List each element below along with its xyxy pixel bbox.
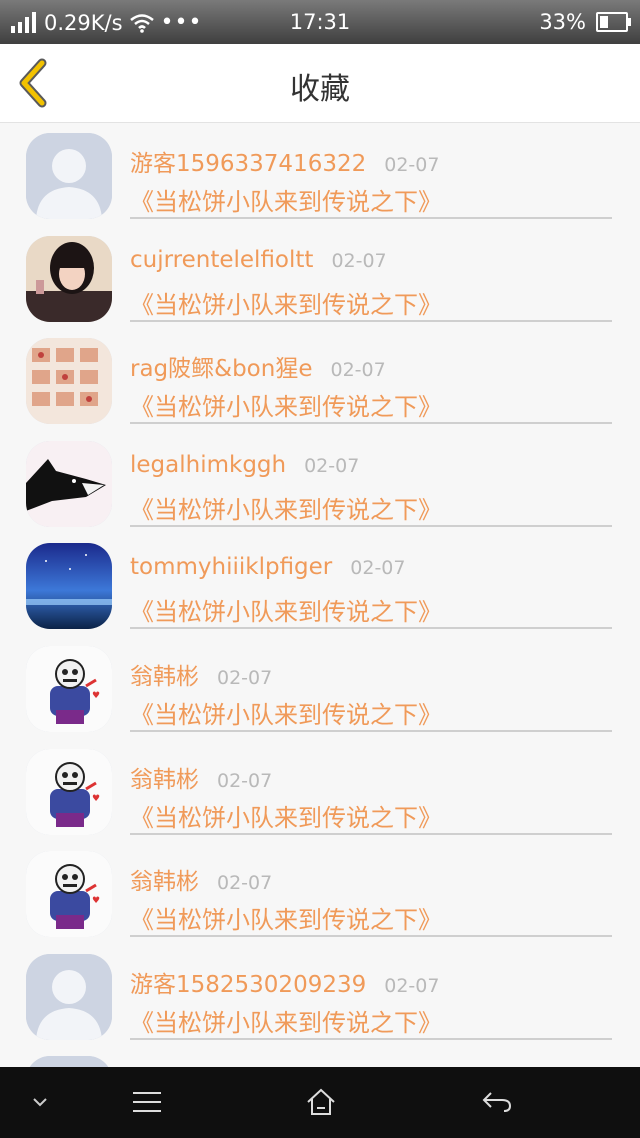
menu-button[interactable] — [122, 1067, 172, 1138]
divider — [130, 935, 612, 938]
avatar[interactable]: ♥ — [26, 645, 112, 732]
user-name[interactable]: 翁韩彬 — [130, 862, 199, 896]
list-item[interactable]: ♥ 翁韩彬 02-07 《当松饼小队来到传说之下》 — [0, 635, 640, 738]
topic-title[interactable]: 《当松饼小队来到传说之下》 — [130, 798, 442, 833]
default-avatar-image — [26, 133, 112, 219]
favorite-date: 02-07 — [331, 249, 387, 272]
user-name[interactable]: tommyhiiiklpfiger — [130, 554, 332, 580]
svg-text:♥: ♥ — [92, 896, 100, 906]
list-item[interactable]: ♥ 翁韩彬 02-07 《当松饼小队来到传说之下》 — [0, 738, 640, 841]
name-row: legalhimkggh 02-07 — [130, 452, 359, 478]
avatar[interactable]: ♥ — [26, 748, 112, 835]
menu-icon — [133, 1092, 161, 1112]
favorite-date: 02-07 — [350, 557, 406, 580]
avatar[interactable] — [26, 133, 112, 219]
topic-title[interactable]: 《当松饼小队来到传说之下》 — [130, 387, 442, 422]
avatar[interactable] — [26, 338, 112, 425]
status-bar: 0.29K/s ••• 17:31 33% — [0, 0, 640, 44]
user-name[interactable]: 游客1582530209239 — [130, 965, 366, 999]
favorite-date: 02-07 — [384, 974, 440, 997]
avatar[interactable] — [26, 953, 112, 1040]
night-sky-avatar — [26, 543, 112, 630]
user-photo-avatar — [26, 235, 112, 322]
home-button[interactable] — [296, 1067, 346, 1138]
svg-text:♥: ♥ — [92, 794, 100, 804]
cat-avatar — [26, 440, 112, 527]
divider — [130, 627, 612, 630]
name-row: 游客1596337416322 02-07 — [130, 144, 439, 178]
battery-percent: 33% — [539, 10, 586, 34]
page-title: 收藏 — [290, 72, 350, 107]
list-item[interactable]: cujrrentelelfioltt 02-07 《当松饼小队来到传说之下》 — [0, 225, 640, 328]
avatar[interactable] — [26, 235, 112, 322]
stamps-avatar — [26, 338, 112, 425]
avatar[interactable] — [26, 440, 112, 527]
topic-title[interactable]: 《当松饼小队来到传说之下》 — [130, 285, 442, 320]
user-name[interactable]: legalhimkggh — [130, 452, 286, 478]
navigation-bar — [0, 1067, 640, 1138]
skeleton-avatar: ♥ — [26, 748, 112, 835]
user-name[interactable]: rag陂鳏&bon猩e — [130, 349, 312, 383]
favorite-date: 02-07 — [304, 454, 360, 477]
title-bar: 收藏 — [0, 44, 640, 123]
name-row: 翁韩彬 02-07 — [130, 657, 272, 691]
favorite-date: 02-07 — [330, 359, 386, 382]
avatar[interactable] — [26, 1056, 112, 1067]
favorite-date: 02-07 — [217, 666, 273, 689]
battery-icon — [596, 12, 631, 32]
avatar[interactable] — [26, 543, 112, 630]
divider — [130, 217, 612, 219]
topic-title[interactable]: 《当松饼小队来到传说之下》 — [130, 900, 442, 935]
name-row: rag陂鳏&bon猩e 02-07 — [130, 349, 386, 383]
name-row: tommyhiiiklpfiger 02-07 — [130, 554, 405, 580]
user-name[interactable]: 游客1596337416322 — [130, 144, 366, 178]
divider — [130, 1037, 612, 1040]
topic-title[interactable]: 《当松饼小队来到传说之下》 — [130, 592, 442, 627]
default-avatar-image — [26, 953, 112, 1040]
list-item[interactable]: rag陂鳏&bon猩e 02-07 《当松饼小队来到传说之下》 — [0, 327, 640, 430]
topic-title[interactable]: 《当松饼小队来到传说之下》 — [130, 490, 442, 525]
user-name[interactable]: 翁韩彬 — [130, 657, 199, 691]
topic-title[interactable]: 《当松饼小队来到传说之下》 — [130, 1003, 442, 1038]
list-item[interactable]: legalhimkggh 02-07 《当松饼小队来到传说之下》 — [0, 430, 640, 533]
list-item[interactable]: tommyhiiiklpfiger 02-07 《当松饼小队来到传说之下》 — [0, 532, 640, 635]
name-row: 游客1582530209239 02-07 — [130, 965, 439, 999]
list-item[interactable] — [0, 1045, 640, 1067]
home-icon — [307, 1088, 335, 1115]
chevron-down-icon — [33, 1098, 47, 1107]
list-item[interactable]: ♥ 翁韩彬 02-07 《当松饼小队来到传说之下》 — [0, 840, 640, 943]
favorite-date: 02-07 — [384, 154, 440, 176]
topic-title[interactable]: 《当松饼小队来到传说之下》 — [130, 182, 442, 217]
svg-text:♥: ♥ — [92, 691, 100, 701]
collapse-button[interactable] — [20, 1067, 60, 1138]
divider — [130, 319, 612, 322]
back-nav-button[interactable] — [472, 1067, 522, 1138]
return-icon — [482, 1092, 512, 1112]
list-item[interactable]: 游客1582530209239 02-07 《当松饼小队来到传说之下》 — [0, 943, 640, 1046]
divider — [130, 524, 612, 527]
divider — [130, 832, 612, 835]
user-name[interactable]: 翁韩彬 — [130, 760, 199, 794]
skeleton-avatar: ♥ — [26, 645, 112, 732]
skeleton-avatar: ♥ — [26, 851, 112, 938]
name-row: cujrrentelelfioltt 02-07 — [130, 247, 387, 273]
avatar[interactable]: ♥ — [26, 851, 112, 938]
default-avatar-image — [26, 1056, 112, 1067]
user-name[interactable]: cujrrentelelfioltt — [130, 247, 313, 273]
name-row: 翁韩彬 02-07 — [130, 862, 272, 896]
divider — [130, 422, 612, 425]
favorites-list: 游客1596337416322 02-07 《当松饼小队来到传说之下》 cujrren… — [0, 122, 640, 1067]
topic-title[interactable]: 《当松饼小队来到传说之下》 — [130, 695, 442, 730]
list-item[interactable]: 游客1596337416322 02-07 《当松饼小队来到传说之下》 — [0, 122, 640, 225]
favorite-date: 02-07 — [217, 769, 273, 792]
divider — [130, 729, 612, 732]
favorite-date: 02-07 — [217, 872, 273, 895]
name-row: 翁韩彬 02-07 — [130, 760, 272, 794]
